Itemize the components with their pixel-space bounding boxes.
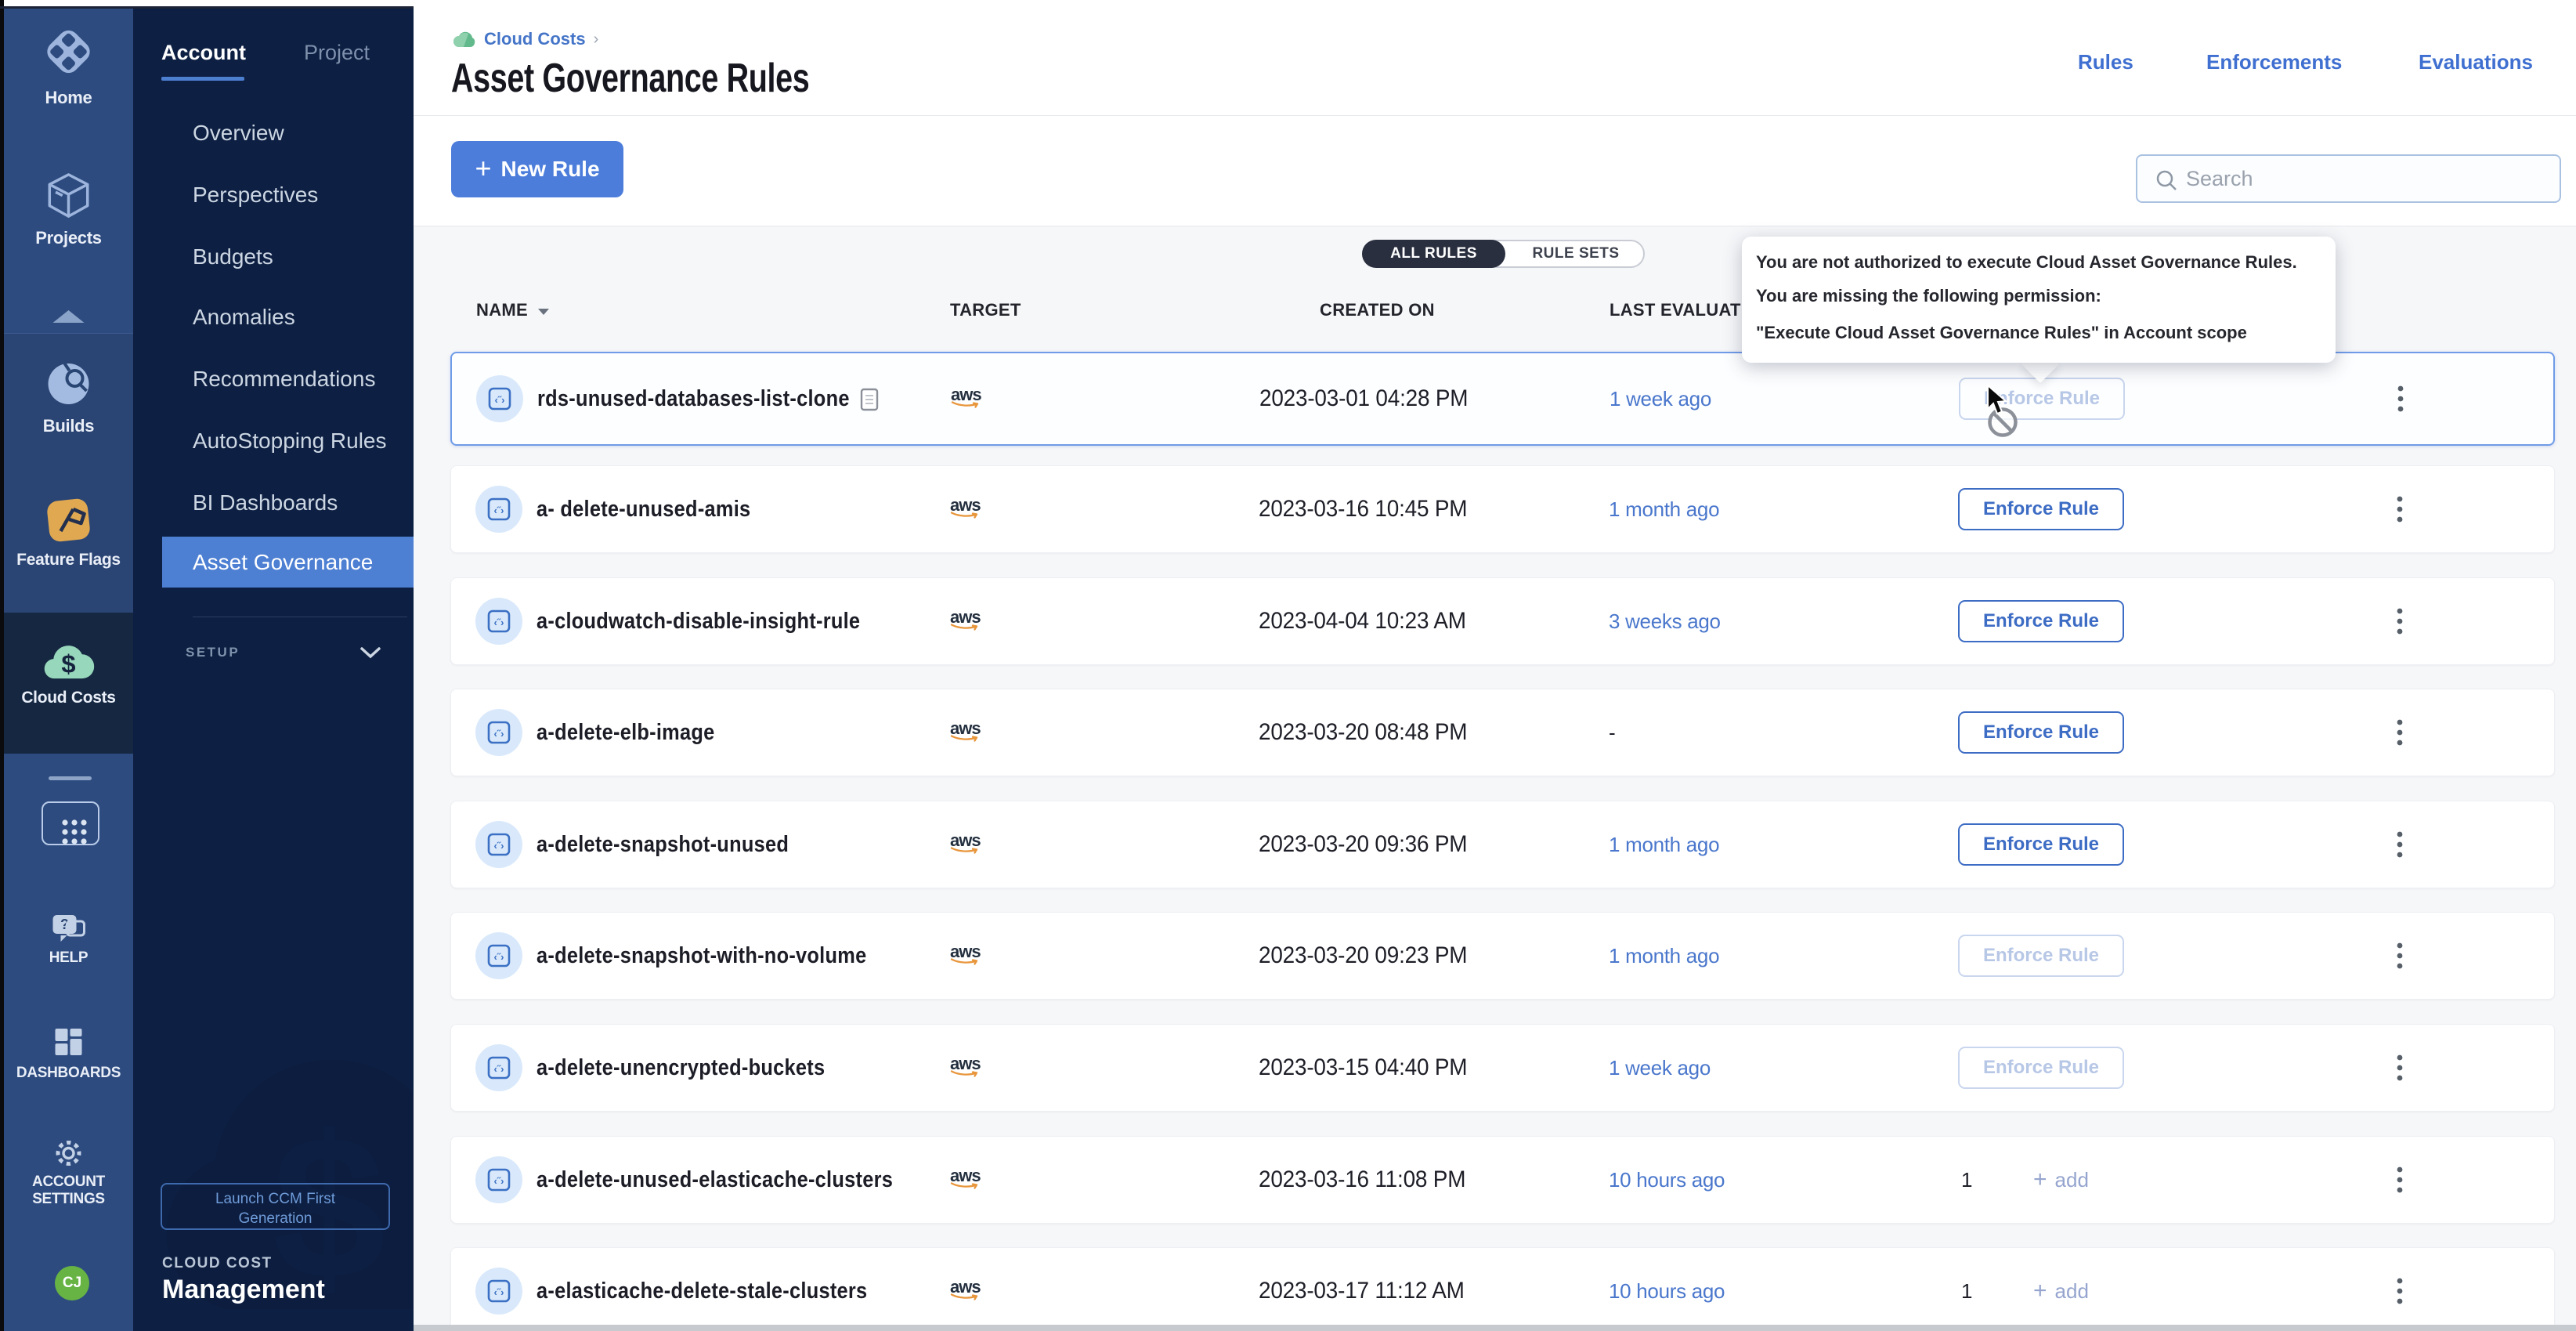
svg-text:‹˝›: ‹˝› [494, 505, 504, 516]
svg-text:‹˝›: ‹˝› [495, 394, 505, 406]
svg-text:‹˝›: ‹˝› [494, 1175, 504, 1187]
svg-text:‹˝›: ‹˝› [494, 728, 504, 740]
svg-text:‹˝›: ‹˝› [494, 951, 504, 963]
svg-text:‹˝›: ‹˝› [494, 617, 504, 628]
svg-text:‹˝›: ‹˝› [494, 1063, 504, 1075]
svg-text:‹˝›: ‹˝› [494, 1286, 504, 1298]
svg-text:$: $ [61, 649, 75, 678]
svg-text:‹˝›: ‹˝› [494, 840, 504, 852]
